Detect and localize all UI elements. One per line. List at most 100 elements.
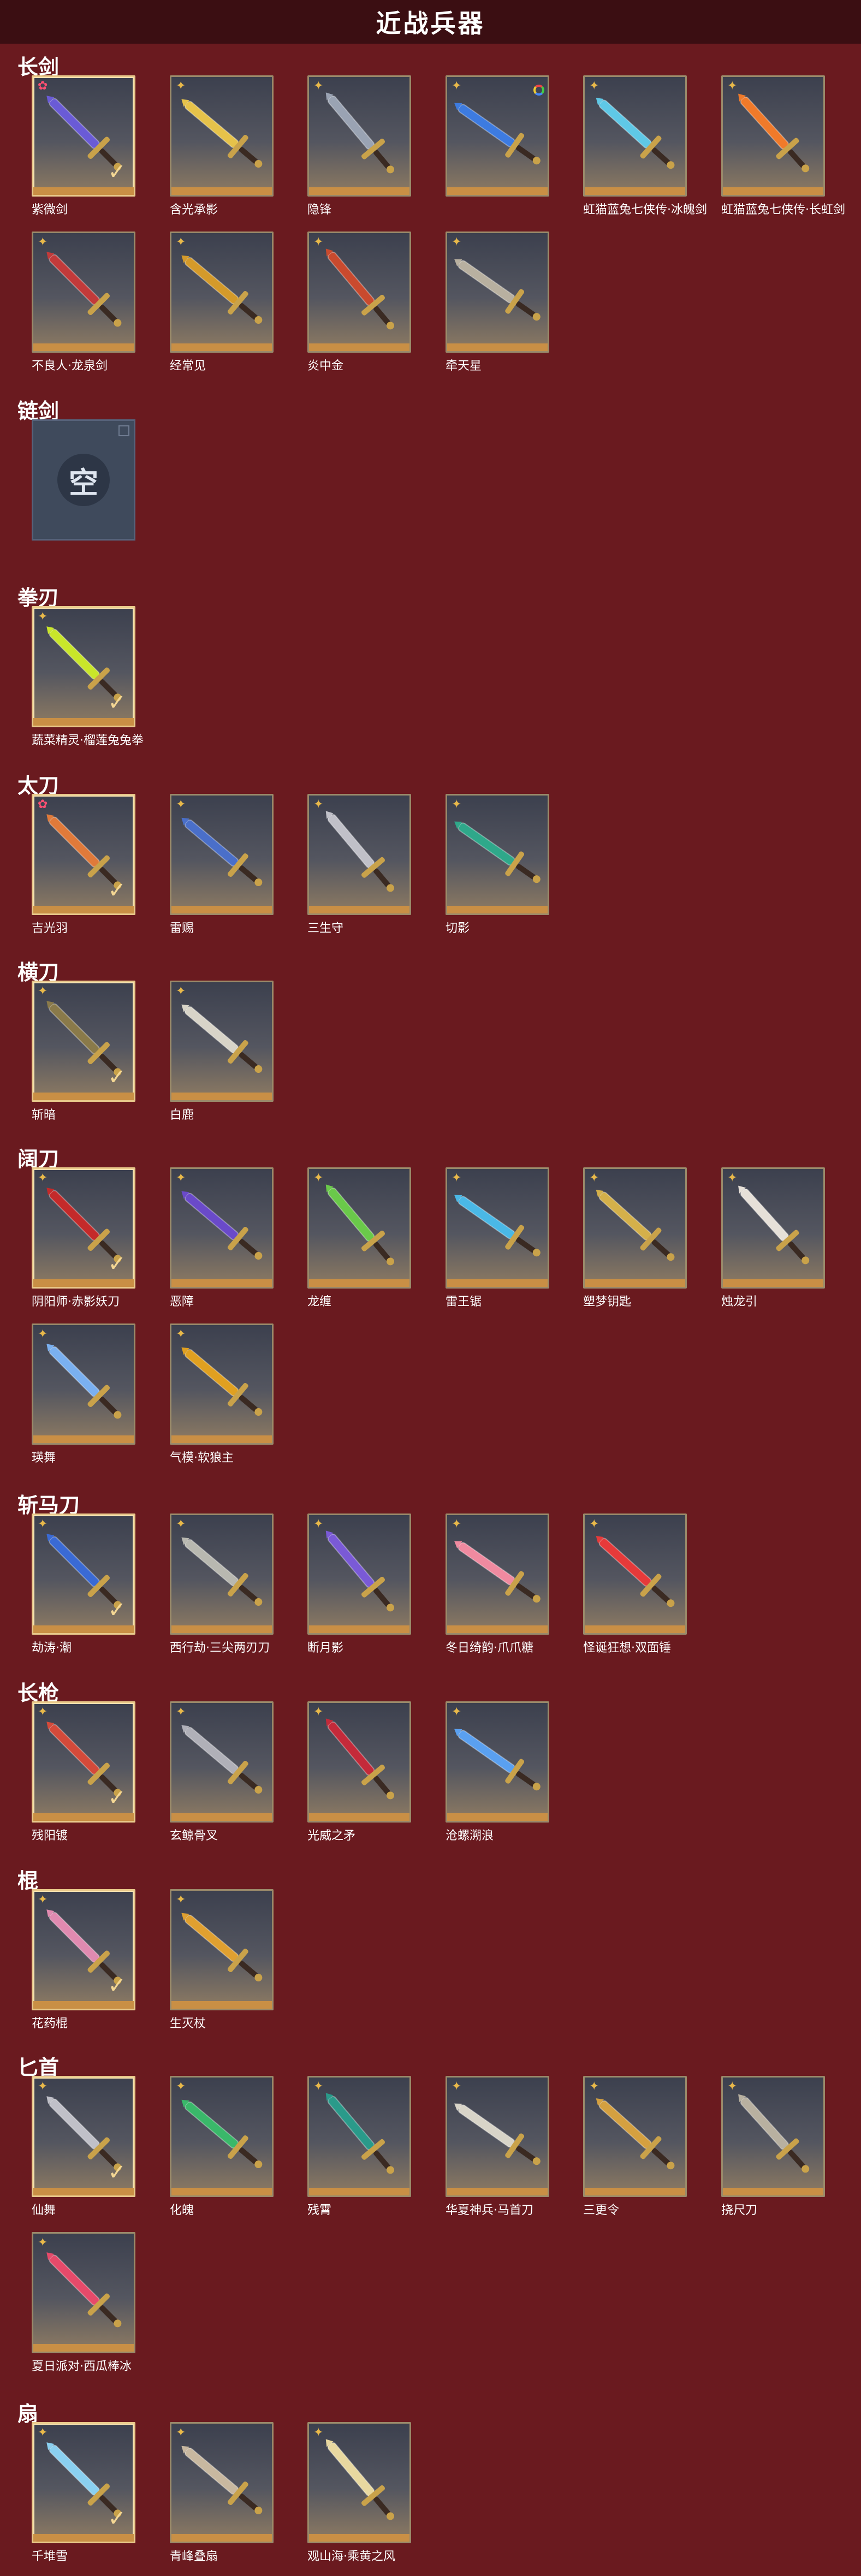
rarity-star-icon: ✦ <box>452 235 462 249</box>
weapon-thumbnail[interactable]: ✦ <box>583 1167 687 1289</box>
weapon-card[interactable]: ✦ 华夏神兵·马首刀 <box>446 2076 549 2218</box>
weapon-thumbnail[interactable]: ✦ <box>170 75 274 197</box>
weapon-thumbnail[interactable]: ✦ <box>307 1167 411 1289</box>
weapon-card[interactable]: ✦ ✓ 斩暗 <box>32 981 135 1123</box>
weapon-card[interactable]: ✦ ✓ 劫涛·潮 <box>32 1513 135 1655</box>
weapon-card[interactable]: ✦ 三更令 <box>583 2076 687 2218</box>
weapon-thumbnail[interactable]: ✦ <box>446 232 549 353</box>
weapon-card[interactable]: ✦ 沧螺溯浪 <box>446 1701 549 1843</box>
weapon-card[interactable]: ✦ 生灭杖 <box>170 1889 274 2031</box>
weapon-card[interactable]: ✦ 怪诞狂想·双面锤 <box>583 1513 687 1655</box>
weapon-thumbnail[interactable]: ✦ <box>170 981 274 1102</box>
weapon-card[interactable]: ✦ 三生守 <box>307 794 411 936</box>
weapon-thumbnail[interactable]: ✦ ✓ <box>32 1167 135 1289</box>
weapon-card[interactable]: ✦ <box>446 75 549 200</box>
weapon-thumbnail[interactable]: ✦ <box>307 2422 411 2543</box>
weapon-image <box>325 92 394 174</box>
weapon-card[interactable]: ✦ 夏日派对·西瓜棒冰 <box>32 2232 135 2374</box>
weapon-card[interactable]: ✦ 炎中金 <box>307 232 411 373</box>
weapon-thumbnail[interactable]: ✦ <box>170 2076 274 2197</box>
weapon-card[interactable]: ✦ ✓ 蔬菜精灵·榴莲兔兔拳 <box>32 606 144 748</box>
rarity-star-icon: ✦ <box>38 1327 48 1341</box>
weapon-thumbnail[interactable]: ✦ <box>583 2076 687 2197</box>
weapon-card[interactable]: ✦ ✓ 残阳镀 <box>32 1701 135 1843</box>
weapon-card[interactable]: ✦ 不良人·龙泉剑 <box>32 232 135 373</box>
weapon-card[interactable]: ✦ 光威之矛 <box>307 1701 411 1843</box>
weapon-thumbnail[interactable]: ✦ <box>32 1323 135 1445</box>
weapon-card[interactable]: ✦ 虹猫蓝兔七侠传·冰魄剑 <box>583 75 707 217</box>
weapon-thumbnail[interactable]: ✦ <box>170 794 274 915</box>
weapon-card[interactable]: ✦ 白鹿 <box>170 981 274 1123</box>
weapon-thumbnail[interactable]: ✦ <box>446 794 549 915</box>
weapon-card[interactable]: ✦ 玄鲸骨叉 <box>170 1701 274 1843</box>
weapon-thumbnail[interactable]: ✦ <box>721 2076 825 2197</box>
weapon-thumbnail[interactable]: ✦ <box>32 2232 135 2353</box>
weapon-thumbnail[interactable]: ✦ ✓ <box>32 981 135 1102</box>
weapon-thumbnail[interactable]: ✦ ✓ <box>32 2076 135 2197</box>
weapon-thumbnail[interactable]: ✿ ✓ <box>32 75 135 197</box>
weapon-card[interactable]: ✦ 化魄 <box>170 2076 274 2218</box>
weapon-card[interactable]: ✦ 观山海·乘黄之风 <box>307 2422 411 2564</box>
weapon-card[interactable]: ✦ 断月影 <box>307 1513 411 1655</box>
weapon-thumbnail[interactable]: ✦ <box>170 1701 274 1823</box>
weapon-thumbnail[interactable]: ✦ <box>446 1701 549 1823</box>
weapon-thumbnail[interactable]: ✦ <box>307 75 411 197</box>
weapon-thumbnail[interactable]: ✦ <box>170 1513 274 1635</box>
weapon-card[interactable]: ✦ 西行劫·三尖两刃刀 <box>170 1513 274 1655</box>
weapon-card[interactable]: ✦ 气模·软狼主 <box>170 1323 274 1465</box>
weapon-thumbnail[interactable]: ✦ <box>721 1167 825 1289</box>
weapon-thumbnail[interactable]: ✦ <box>170 1167 274 1289</box>
weapon-image <box>325 1718 394 1800</box>
weapon-card[interactable]: ✦ 雷赐 <box>170 794 274 936</box>
weapon-card[interactable]: ✦ ✓ 千堆雪 <box>32 2422 135 2564</box>
weapon-thumbnail[interactable]: ✦ <box>307 232 411 353</box>
weapon-thumbnail[interactable]: ✦ <box>170 2422 274 2543</box>
weapon-thumbnail[interactable]: ✦ <box>446 1513 549 1635</box>
weapon-thumbnail[interactable]: ✦ ✓ <box>32 1513 135 1635</box>
weapon-thumbnail[interactable]: ✿ ✓ <box>32 794 135 915</box>
weapon-card[interactable]: ✦ 恶障 <box>170 1167 274 1309</box>
weapon-card[interactable]: ✦ 虹猫蓝兔七侠传·长虹剑 <box>721 75 845 217</box>
weapon-thumbnail[interactable]: ✦ ✓ <box>32 606 135 727</box>
weapon-card[interactable]: ✦ 经常见 <box>170 232 274 373</box>
weapon-thumbnail[interactable]: ✦ <box>307 794 411 915</box>
weapon-thumbnail[interactable]: ✦ <box>721 75 825 197</box>
weapon-thumbnail[interactable]: ✦ <box>307 1513 411 1635</box>
weapon-thumbnail[interactable]: ✦ ✓ <box>32 2422 135 2543</box>
weapon-thumbnail[interactable]: ✦ <box>583 1513 687 1635</box>
weapon-thumbnail[interactable]: ✦ <box>170 1889 274 2010</box>
weapon-thumbnail[interactable]: ✦ <box>307 1701 411 1823</box>
weapon-card[interactable]: ✦ 瑛舞 <box>32 1323 135 1465</box>
weapon-thumbnail[interactable]: ✦ <box>583 75 687 197</box>
weapon-card[interactable]: ✦ 隐锋 <box>307 75 411 217</box>
weapon-thumbnail[interactable]: ✦ <box>170 232 274 353</box>
weapon-card[interactable]: ✦ ✓ 花药棍 <box>32 1889 135 2031</box>
weapon-card[interactable]: ✦ 牵天星 <box>446 232 549 373</box>
rarity-star-icon: ✦ <box>38 1171 48 1185</box>
weapon-thumbnail[interactable]: ✦ <box>32 232 135 353</box>
weapon-card[interactable]: ✦ 含光承影 <box>170 75 274 217</box>
rarity-star-icon: ✦ <box>176 984 186 998</box>
weapon-card[interactable]: ✦ 塑梦钥匙 <box>583 1167 687 1309</box>
weapon-thumbnail[interactable]: ✦ <box>446 75 549 197</box>
weapon-thumbnail[interactable]: ✦ <box>307 2076 411 2197</box>
weapon-card[interactable]: ✦ 残霄 <box>307 2076 411 2218</box>
weapon-card[interactable]: ✿ ✓ 吉光羽 <box>32 794 135 936</box>
weapon-name: 牵天星 <box>446 359 482 373</box>
weapon-card[interactable]: ✦ 挠尺刀 <box>721 2076 825 2218</box>
weapon-thumbnail[interactable]: ✦ <box>170 1323 274 1445</box>
weapon-thumbnail[interactable]: ✦ ✓ <box>32 1701 135 1823</box>
weapon-card[interactable]: ✦ 龙缠 <box>307 1167 411 1309</box>
weapon-card[interactable]: ✦ ✓ 仙舞 <box>32 2076 135 2218</box>
weapon-card[interactable]: ✦ 烛龙引 <box>721 1167 825 1309</box>
empty-slot[interactable]: 空 <box>32 419 135 541</box>
weapon-card[interactable]: ✿ ✓ 紫微剑 <box>32 75 135 217</box>
weapon-card[interactable]: ✦ 青峰叠扇 <box>170 2422 274 2564</box>
weapon-thumbnail[interactable]: ✦ <box>446 1167 549 1289</box>
weapon-card[interactable]: ✦ 切影 <box>446 794 549 936</box>
weapon-card[interactable]: ✦ 雷王锯 <box>446 1167 549 1309</box>
weapon-card[interactable]: ✦ ✓ 阴阳师·赤影妖刀 <box>32 1167 135 1309</box>
weapon-thumbnail[interactable]: ✦ <box>446 2076 549 2197</box>
weapon-card[interactable]: ✦ 冬日绮韵·爪爪糖 <box>446 1513 549 1655</box>
weapon-thumbnail[interactable]: ✦ ✓ <box>32 1889 135 2010</box>
